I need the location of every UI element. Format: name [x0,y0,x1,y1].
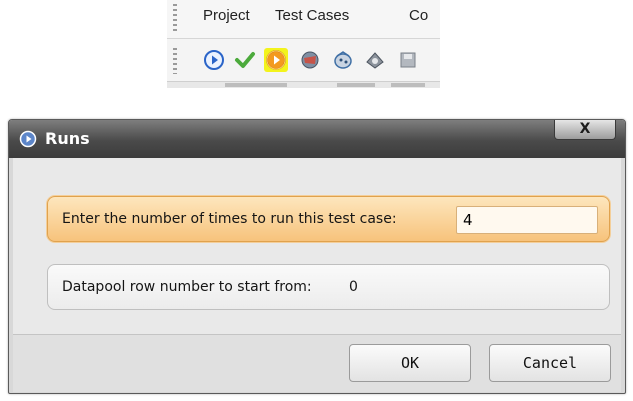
record-icon[interactable] [298,48,322,72]
menu-grip-icon[interactable] [173,4,177,34]
close-button[interactable]: X [554,120,616,140]
run-icon [19,130,37,148]
close-icon: X [579,121,591,137]
menu-test-cases[interactable]: Test Cases [275,7,349,24]
datapool-label: Datapool row number to start from: [62,279,312,295]
ok-button[interactable]: OK [349,344,471,382]
checkmark-icon[interactable] [233,48,257,72]
menu-project[interactable]: Project [203,7,250,24]
run-icon[interactable] [202,48,226,72]
run-with-iterations-icon[interactable] [264,48,288,72]
icon-toolbar [167,39,440,82]
dialog-body: Enter the number of times to run this te… [13,158,621,334]
save-icon[interactable] [396,48,420,72]
capture-icon[interactable] [363,48,387,72]
cancel-button[interactable]: Cancel [489,344,611,382]
tab-strip [167,82,440,88]
tab-indicator [225,83,287,87]
iterations-label: Enter the number of times to run this te… [62,211,397,227]
runs-dialog: Runs X Enter the number of times to run … [8,119,626,394]
tab-indicator [391,83,425,87]
menu-bar: Project Test Cases Co [167,0,440,39]
debug-icon[interactable] [331,48,355,72]
dialog-title: Runs [45,129,90,148]
toolbar-grip-icon[interactable] [173,48,177,74]
datapool-value[interactable]: 0 [349,279,358,295]
dialog-footer: OK Cancel [13,334,621,392]
tab-indicator [337,83,375,87]
toolbar-crop: Project Test Cases Co [167,0,440,88]
datapool-row: Datapool row number to start from: 0 [47,264,610,310]
menu-co[interactable]: Co [409,7,428,24]
dialog-title-bar[interactable]: Runs X [9,120,625,158]
iterations-input[interactable] [456,206,598,234]
iterations-row: Enter the number of times to run this te… [47,196,610,242]
